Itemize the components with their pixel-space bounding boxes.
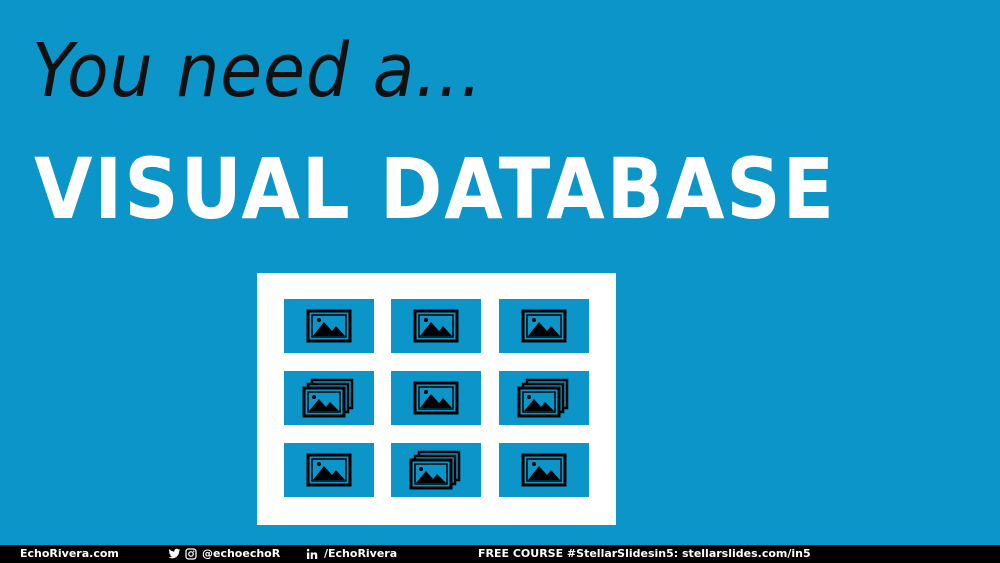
image-icon xyxy=(521,453,567,487)
slide: You need a... VISUAL DATABASE EchoRivera… xyxy=(0,0,1000,563)
grid-tile xyxy=(391,443,481,497)
image-icon xyxy=(306,453,352,487)
linkedin-handle[interactable]: /EchoRivera xyxy=(324,547,397,560)
footer-bar: EchoRivera.com @echoechoR /EchoRivera FR… xyxy=(0,545,1000,563)
slide-subtitle: You need a... xyxy=(32,28,483,114)
image-stack-icon xyxy=(409,450,461,490)
instagram-icon[interactable] xyxy=(185,548,197,560)
image-stack-icon xyxy=(517,378,569,418)
social-handle[interactable]: @echoechoR xyxy=(202,547,280,560)
website-link[interactable]: EchoRivera.com xyxy=(20,547,119,560)
image-grid xyxy=(257,273,616,525)
image-icon xyxy=(306,309,352,343)
grid-tile xyxy=(284,299,374,353)
image-stack-icon xyxy=(302,378,354,418)
image-icon xyxy=(413,381,459,415)
grid-tile xyxy=(391,371,481,425)
twitter-icon[interactable] xyxy=(168,548,181,560)
linkedin-icon[interactable] xyxy=(306,548,318,560)
grid-tile xyxy=(499,299,589,353)
course-link[interactable]: FREE COURSE #StellarSlidesin5: stellarsl… xyxy=(478,547,811,560)
slide-title: VISUAL DATABASE xyxy=(34,140,836,238)
grid-tile xyxy=(284,443,374,497)
grid-tile xyxy=(499,443,589,497)
image-icon xyxy=(413,309,459,343)
image-icon xyxy=(521,309,567,343)
grid-tile xyxy=(499,371,589,425)
grid-tile xyxy=(391,299,481,353)
grid-tile xyxy=(284,371,374,425)
